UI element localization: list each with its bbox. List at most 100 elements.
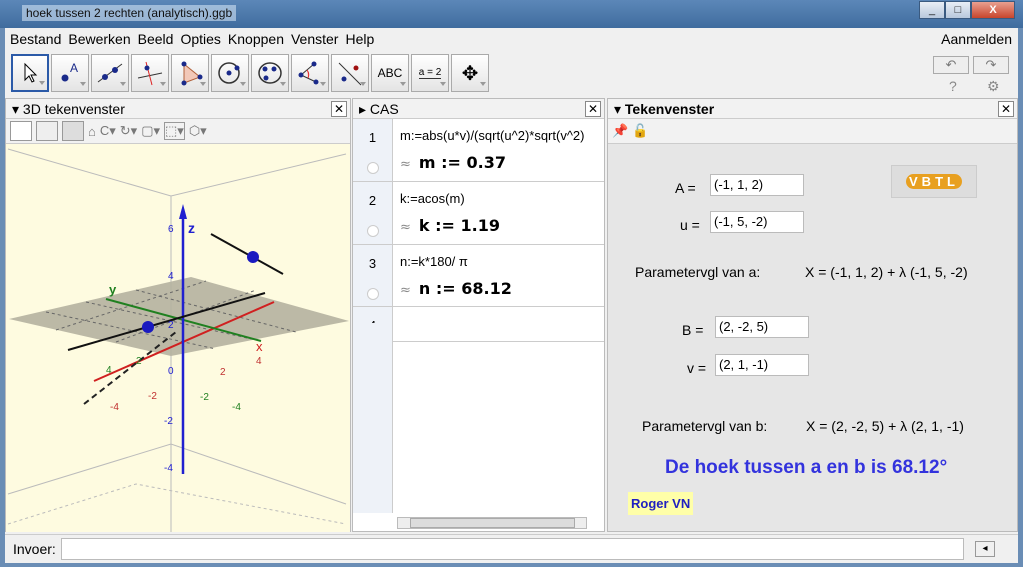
v-label: v = [687,360,707,376]
command-input[interactable] [61,538,964,560]
help-icon[interactable]: ? [949,78,957,94]
svg-text:A: A [70,61,78,75]
window-title: hoek tussen 2 rechten (analytisch).ggb [22,5,237,21]
cas-output-value: m := 0.37 [418,153,506,172]
eq-b-label: Parametervgl van b: [642,418,768,434]
graphics-header: ▾ Tekenvenster ✕ [608,99,1017,119]
menu-help[interactable]: Help [345,28,374,50]
x-tick: -2 [148,391,157,402]
visibility-toggle[interactable] [366,225,379,237]
menu-opties[interactable]: Opties [180,28,220,50]
menu-bewerken[interactable]: Bewerken [68,28,130,50]
projection-icon[interactable]: ⬡▾ [189,123,207,139]
y-tick: 4 [106,365,112,376]
line-icon [97,63,123,83]
point-tool[interactable]: A [51,54,89,92]
horizontal-scrollbar[interactable] [397,517,587,529]
point-icon: A [61,61,78,82]
menu-venster[interactable]: Venster [291,28,338,50]
y-tick: 2 [136,356,142,367]
y-tick: -4 [232,402,241,413]
grid-toggle[interactable] [36,121,58,141]
axes-toggle[interactable] [10,121,32,141]
close-3d-view-button[interactable]: ✕ [331,101,347,117]
eq-a-label: Parametervgl van a: [635,264,761,280]
conic-tool[interactable] [251,54,289,92]
z-axis-label: z [188,220,195,236]
polygon-tool[interactable] [171,54,209,92]
toolbar: A ABC a = 2 ✥ [11,54,491,92]
rotate-view-icon[interactable]: C▾ [100,123,116,139]
B-input[interactable]: (2, -2, 5) [715,316,809,338]
login-link[interactable]: Aanmelden [941,28,1012,50]
A-label: A = [675,180,696,196]
author-label: Roger VN [628,492,694,515]
unlock-icon[interactable]: 🔓 [632,123,648,139]
menu-bar: Bestand Bewerken Beeld Opties Knoppen Ve… [5,28,1018,50]
cas-output: ≈ n := 68.12 [400,279,512,298]
menu-bestand[interactable]: Bestand [10,28,61,50]
home-icon[interactable]: ⌂ [88,124,96,139]
cas-input[interactable]: n:=k*180/ π [400,254,468,269]
visibility-toggle[interactable] [366,162,379,174]
cas-number-column [353,323,393,513]
point-A[interactable] [142,321,154,333]
move-tool[interactable] [11,54,49,92]
angle-icon [298,61,319,85]
perpendicular-icon [137,61,163,86]
A-input[interactable]: (-1, 1, 2) [710,174,804,196]
slider-tool[interactable]: a = 2 [411,54,449,92]
point-B[interactable] [247,251,259,263]
3d-canvas[interactable]: z x y 6 4 2 0 -2 -4 -4 -2 2 4 -4 -2 2 4 [6,144,350,532]
3d-view-header: ▾ 3D tekenvenster ✕ [6,99,350,119]
text-tool-label: ABC [377,66,403,80]
title-bar: hoek tussen 2 rechten (analytisch).ggb _… [0,0,1023,28]
clipping-box-icon[interactable]: ▢▾ [141,123,160,139]
move-graphics-tool[interactable]: ✥ [451,54,489,92]
eq-b: X = (2, -2, 5) + λ (2, 1, -1) [806,418,964,434]
plane-toggle[interactable] [62,121,84,141]
circle-tool[interactable] [211,54,249,92]
minimize-button[interactable]: _ [919,1,945,19]
B-label: B = [682,322,704,338]
approx-symbol: ≈ [400,220,411,235]
view-direction-icon[interactable]: ⬚▾ [164,122,185,140]
visibility-toggle[interactable] [366,288,379,300]
x-axis-label: x [256,339,263,354]
cas-row[interactable]: 2 k:=acos(m) ≈ k := 1.19 [353,182,604,245]
input-label: Invoer: [13,541,56,557]
cas-row[interactable]: 3 n:=k*180/ π ≈ n := 68.12 [353,245,604,307]
vbtl-logo: VBTL [891,165,977,198]
3d-view-title: 3D tekenvenster [22,101,125,117]
cas-input[interactable]: m:=abs(u*v)/(sqrt(u^2)*sqrt(v^2) [400,128,585,143]
menu-knoppen[interactable]: Knoppen [228,28,284,50]
x-tick: 4 [256,356,262,367]
pin-icon[interactable]: 📌 [612,123,628,139]
cas-panel: ▸ CAS ✕ 1 m:=abs(u*v)/(sqrt(u^2)*sqrt(v^2)… [352,98,605,532]
geogebra-app: Bestand Bewerken Beeld Opties Knoppen Ve… [5,28,1018,563]
cas-row[interactable]: 1 m:=abs(u*v)/(sqrt(u^2)*sqrt(v^2) ≈ m := 0… [353,119,604,182]
text-tool[interactable]: ABC [371,54,409,92]
redo-button[interactable]: ↷ [973,56,1009,74]
animate-icon[interactable]: ↻▾ [120,123,137,139]
close-cas-button[interactable]: ✕ [585,101,601,117]
approx-symbol: ≈ [400,157,411,172]
row-number: 2 [368,193,377,208]
cas-input[interactable]: k:=acos(m) [400,191,465,206]
reflect-tool[interactable] [331,54,369,92]
menu-beeld[interactable]: Beeld [138,28,174,50]
line-tool[interactable] [91,54,129,92]
x-tick: -4 [110,402,119,413]
maximize-button[interactable]: □ [945,1,971,19]
angle-tool[interactable] [291,54,329,92]
v-input[interactable]: (2, 1, -1) [715,354,809,376]
close-graphics-button[interactable]: ✕ [998,101,1014,117]
scrollbar-thumb[interactable] [410,518,575,528]
close-button[interactable]: X [971,1,1015,19]
polygon-icon [181,61,203,86]
gear-icon[interactable]: ⚙ [987,78,1000,95]
input-help-icon[interactable]: ◂ [975,541,995,557]
perpendicular-tool[interactable] [131,54,169,92]
undo-button[interactable]: ↶ [933,56,969,74]
u-input[interactable]: (-1, 5, -2) [710,211,804,233]
